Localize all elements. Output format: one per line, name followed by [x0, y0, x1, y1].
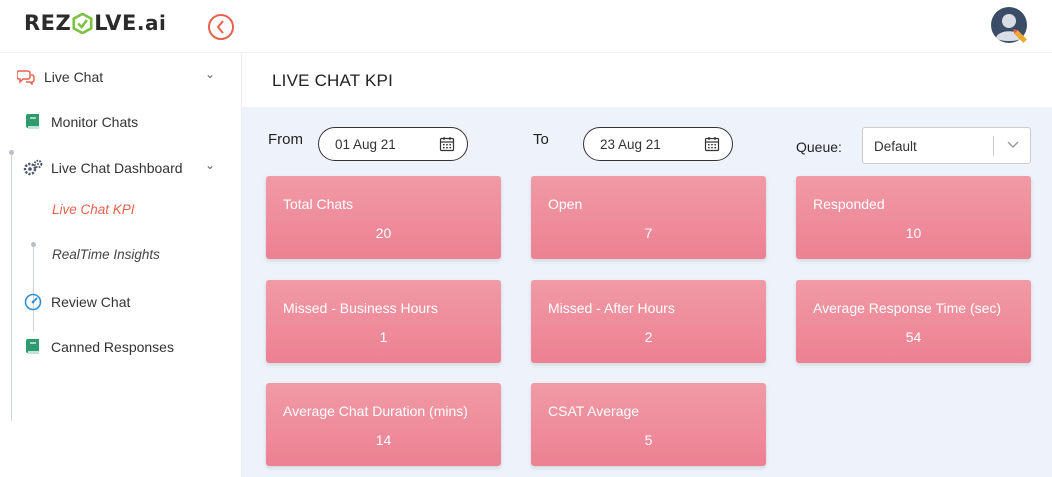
from-label: From — [268, 131, 303, 148]
sidebar-item-label: Review Chat — [51, 294, 131, 310]
logo-mark-icon — [72, 12, 93, 34]
kpi-card-total-chats[interactable]: Total Chats 20 — [266, 176, 501, 259]
kpi-value: 54 — [905, 329, 922, 345]
sidebar-tree-line — [11, 153, 12, 421]
sidebar-subitem-live-chat-kpi[interactable]: Live Chat KPI — [52, 202, 135, 217]
sidebar: Live Chat ⌄ Monitor Chats Live Chat Dash… — [0, 53, 242, 477]
sidebar-tree-dot — [9, 150, 14, 155]
calendar-icon[interactable] — [439, 136, 455, 152]
logo-text-right: LVE — [94, 11, 137, 35]
kpi-title: Open — [548, 196, 583, 212]
kpi-value: 5 — [644, 432, 653, 448]
kpi-title: Missed - After Hours — [548, 300, 675, 316]
to-date-value: 23 Aug 21 — [600, 136, 661, 152]
chevron-down-icon — [1007, 141, 1019, 148]
kpi-card-open[interactable]: Open 7 — [531, 176, 766, 259]
from-date-input[interactable]: 01 Aug 21 — [318, 127, 468, 161]
gears-icon — [23, 158, 43, 178]
queue-select-value: Default — [874, 139, 917, 154]
to-date-input[interactable]: 23 Aug 21 — [583, 127, 733, 161]
to-label: To — [533, 131, 549, 148]
sidebar-item-label: Monitor Chats — [51, 114, 139, 130]
kpi-value: 2 — [644, 329, 653, 345]
chevron-down-icon[interactable]: ⌄ — [205, 67, 215, 81]
sidebar-item-monitor-chats[interactable]: Monitor Chats — [23, 112, 138, 132]
sidebar-item-review-chat[interactable]: Review Chat — [23, 292, 130, 312]
kpi-title: Missed - Business Hours — [283, 300, 438, 316]
kpi-title: Average Chat Duration (mins) — [283, 403, 468, 419]
page-title: LIVE CHAT KPI — [272, 71, 394, 90]
sidebar-item-live-chat[interactable]: Live Chat — [16, 67, 103, 87]
kpi-title: CSAT Average — [548, 403, 640, 419]
kpi-title: Responded — [813, 196, 885, 212]
book-icon — [23, 112, 43, 132]
kpi-card-average-response-time[interactable]: Average Response Time (sec) 54 — [796, 280, 1031, 363]
kpi-card-average-chat-duration[interactable]: Average Chat Duration (mins) 14 — [266, 383, 501, 466]
kpi-title: Total Chats — [283, 196, 354, 212]
kpi-value: 1 — [379, 329, 388, 345]
book-icon — [23, 337, 43, 357]
rezolve-logo[interactable]: REZ LVE .ai — [24, 11, 166, 35]
chevron-down-icon[interactable]: ⌄ — [205, 158, 215, 172]
kpi-value: 14 — [375, 432, 392, 448]
kpi-value: 7 — [644, 225, 653, 241]
select-divider — [993, 136, 994, 156]
kpi-value: 10 — [905, 225, 922, 241]
logo-suffix: .ai — [136, 11, 167, 35]
from-date-value: 01 Aug 21 — [335, 136, 396, 152]
collapse-sidebar-button[interactable] — [208, 14, 234, 40]
calendar-icon[interactable] — [704, 136, 720, 152]
main-content: LIVE CHAT KPI From 01 Aug 21 To 23 Aug 2… — [242, 53, 1052, 477]
page-header: LIVE CHAT KPI — [242, 53, 1052, 107]
kpi-card-responded[interactable]: Responded 10 — [796, 176, 1031, 259]
kpi-card-missed-after-hours[interactable]: Missed - After Hours 2 — [531, 280, 766, 363]
top-header: REZ LVE .ai — [0, 0, 1052, 53]
kpi-card-missed-business-hours[interactable]: Missed - Business Hours 1 — [266, 280, 501, 363]
sidebar-item-label: Canned Responses — [51, 339, 174, 355]
kpi-card-csat-average[interactable]: CSAT Average 5 — [531, 383, 766, 466]
sidebar-subitem-realtime-insights[interactable]: RealTime Insights — [52, 247, 160, 262]
queue-select[interactable]: Default — [862, 127, 1031, 164]
sidebar-subtree-line — [33, 245, 34, 331]
logo-text-left: REZ — [24, 11, 72, 35]
sidebar-item-label: Live Chat — [44, 69, 104, 85]
sidebar-item-label: Live Chat Dashboard — [51, 160, 183, 176]
queue-label: Queue: — [796, 139, 842, 155]
user-avatar-icon[interactable] — [990, 6, 1030, 46]
chevron-left-icon — [216, 20, 224, 34]
kpi-title: Average Response Time (sec) — [813, 300, 1002, 316]
sidebar-subtree-dot — [31, 242, 36, 247]
chat-bubbles-icon — [16, 67, 36, 87]
sidebar-item-canned-responses[interactable]: Canned Responses — [23, 337, 174, 357]
kpi-value: 20 — [375, 225, 392, 241]
sidebar-item-live-chat-dashboard[interactable]: Live Chat Dashboard — [23, 158, 183, 178]
speedometer-icon — [23, 292, 43, 312]
